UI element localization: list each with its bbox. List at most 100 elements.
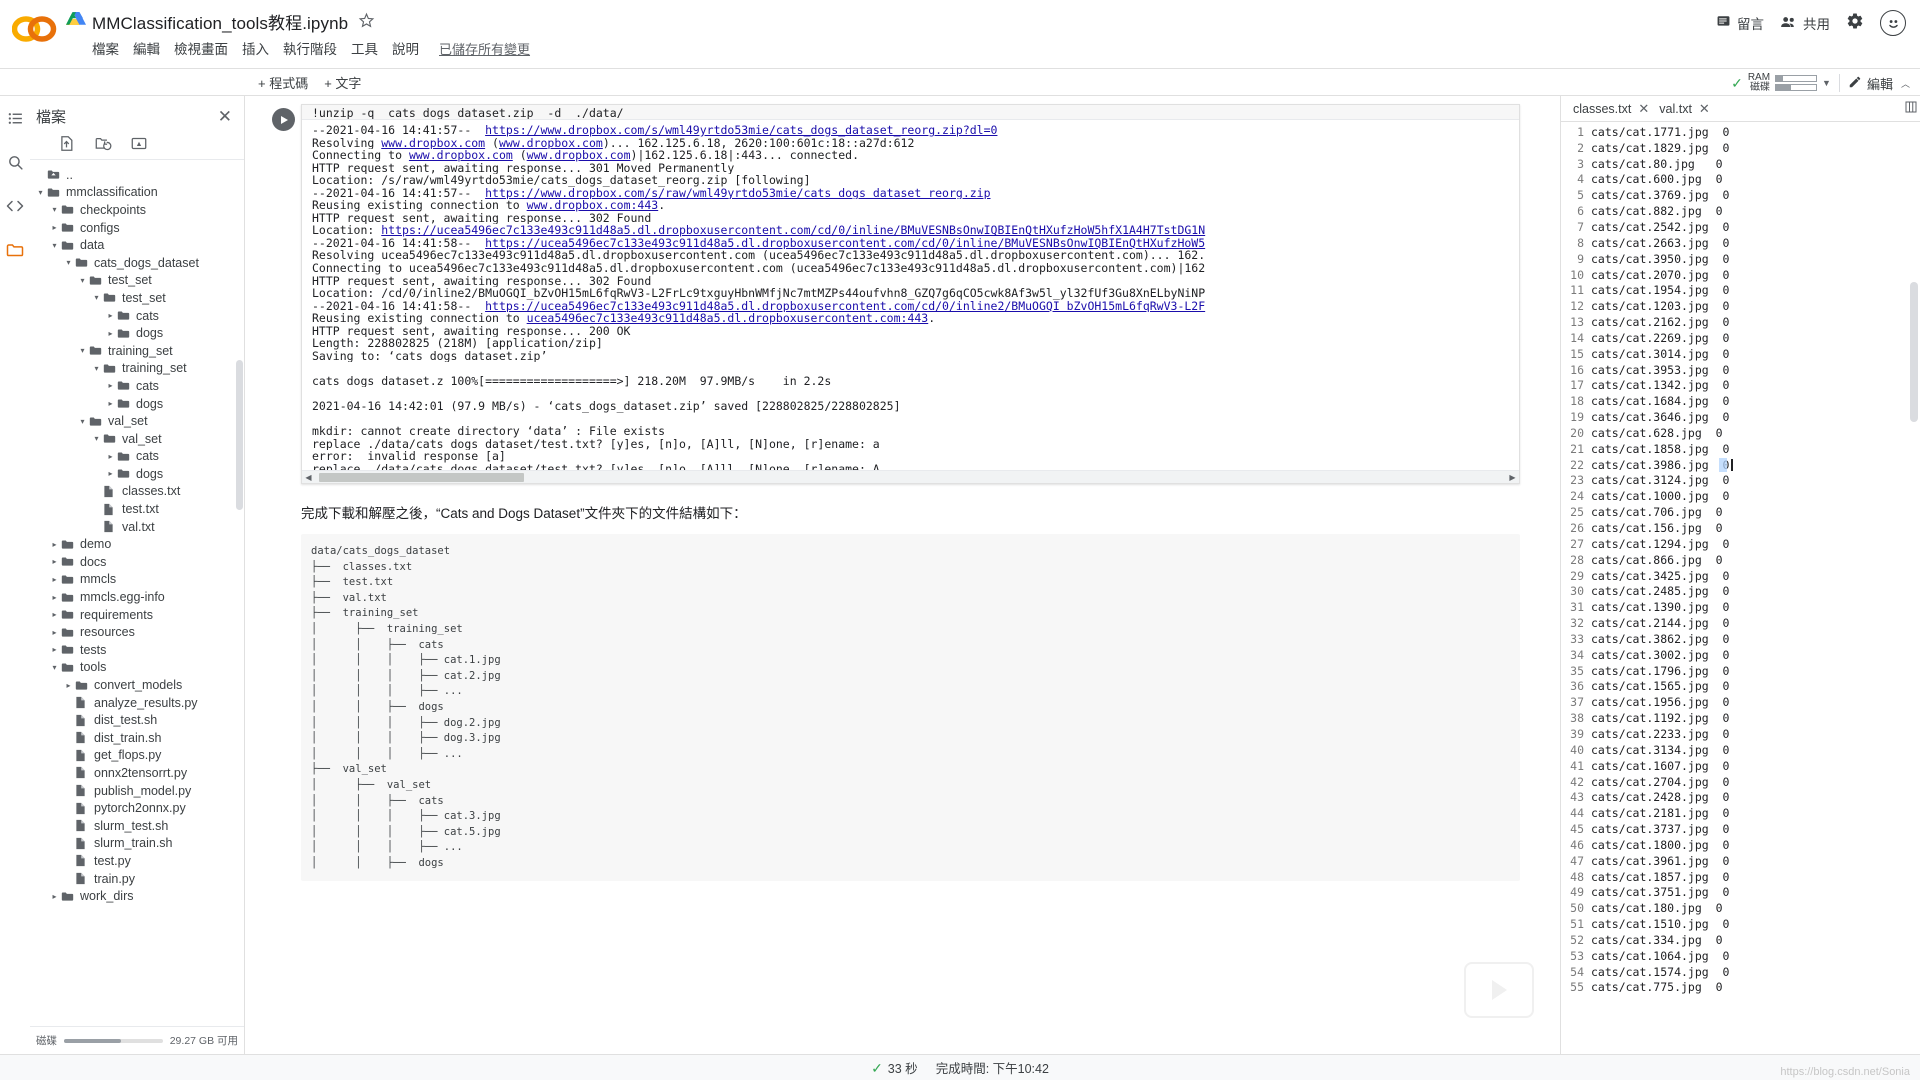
file-tree-folder[interactable]: test_set [30, 289, 244, 307]
editor-line[interactable]: 6 cats/cat.882.jpg 0 [1561, 203, 1920, 219]
editor-line[interactable]: 50 cats/cat.180.jpg 0 [1561, 900, 1920, 916]
upload-icon[interactable] [58, 135, 76, 153]
chevron-right-icon[interactable] [48, 575, 61, 584]
editor-line[interactable]: 35 cats/cat.1796.jpg 0 [1561, 663, 1920, 679]
editor-line[interactable]: 13 cats/cat.2162.jpg 0 [1561, 314, 1920, 330]
chevron-right-icon[interactable] [104, 469, 117, 478]
file-tree-folder[interactable]: docs [30, 553, 244, 571]
chevron-right-icon[interactable] [104, 381, 117, 390]
files-icon[interactable] [5, 240, 25, 260]
output-link[interactable]: www.dropbox.com [409, 149, 513, 162]
editor-line[interactable]: 47 cats/cat.3961.jpg 0 [1561, 853, 1920, 869]
editor-line[interactable]: 41 cats/cat.1607.jpg 0 [1561, 758, 1920, 774]
editor-line[interactable]: 14 cats/cat.2269.jpg 0 [1561, 330, 1920, 346]
chevron-right-icon[interactable] [48, 892, 61, 901]
hscroll-track[interactable] [315, 472, 1506, 482]
output-link[interactable]: www.dropbox.com [527, 149, 631, 162]
chevron-right-icon[interactable] [104, 329, 117, 338]
editor-line[interactable]: 24 cats/cat.1000.jpg 0 [1561, 488, 1920, 504]
editor-line[interactable]: 45 cats/cat.3737.jpg 0 [1561, 821, 1920, 837]
chevron-down-icon[interactable] [48, 241, 61, 250]
output-link[interactable]: https://www.dropbox.com/s/wml49yrtdo53mi… [485, 124, 997, 137]
chevron-down-icon[interactable] [34, 188, 47, 197]
scroll-right-icon[interactable]: ▶ [1506, 473, 1519, 482]
toc-icon[interactable] [5, 108, 25, 128]
editor-line[interactable]: 5 cats/cat.3769.jpg 0 [1561, 187, 1920, 203]
editor-line[interactable]: 42 cats/cat.2704.jpg 0 [1561, 774, 1920, 790]
file-tree-folder[interactable]: val_set [30, 412, 244, 430]
editor-line[interactable]: 46 cats/cat.1800.jpg 0 [1561, 837, 1920, 853]
editor-line[interactable]: 19 cats/cat.3646.jpg 0 [1561, 409, 1920, 425]
chevron-down-icon[interactable] [76, 417, 89, 426]
file-tree-file[interactable]: classes.txt [30, 483, 244, 501]
editor-line[interactable]: 3 cats/cat.80.jpg 0 [1561, 156, 1920, 172]
editor-line[interactable]: 21 cats/cat.1858.jpg 0 [1561, 441, 1920, 457]
editor-line[interactable]: 12 cats/cat.1203.jpg 0 [1561, 298, 1920, 314]
editor-line[interactable]: 25 cats/cat.706.jpg 0 [1561, 504, 1920, 520]
file-tree-folder[interactable]: cats [30, 448, 244, 466]
file-tree-file[interactable]: dist_test.sh [30, 711, 244, 729]
close-icon[interactable]: ✕ [1699, 101, 1710, 117]
editor-line[interactable]: 29 cats/cat.3425.jpg 0 [1561, 568, 1920, 584]
file-tree-file[interactable]: onnx2tensorrt.py [30, 764, 244, 782]
file-tree-file[interactable]: analyze_results.py [30, 694, 244, 712]
chevron-right-icon[interactable] [48, 628, 61, 637]
add-code-cell-button[interactable]: + 程式碼 [258, 73, 308, 92]
layout-grid-icon[interactable] [1905, 100, 1917, 118]
file-tree-file[interactable]: publish_model.py [30, 782, 244, 800]
file-tree-file[interactable]: get_flops.py [30, 747, 244, 765]
file-tree-file[interactable]: test.txt [30, 500, 244, 518]
chevron-down-icon[interactable] [48, 205, 61, 214]
editor-line[interactable]: 55 cats/cat.775.jpg 0 [1561, 980, 1920, 996]
file-tree-folder[interactable]: resources [30, 623, 244, 641]
chevron-right-icon[interactable] [104, 311, 117, 320]
code-line[interactable]: !unzip -q cats_dogs_dataset.zip -d ./dat… [302, 105, 1519, 120]
file-tree-folder[interactable]: demo [30, 535, 244, 553]
chevron-right-icon[interactable] [48, 610, 61, 619]
chevron-down-icon[interactable] [90, 293, 103, 302]
file-tree-folder[interactable]: cats [30, 377, 244, 395]
file-tree-folder[interactable]: mmclassification [30, 184, 244, 202]
file-tree-folder[interactable]: val_set [30, 430, 244, 448]
editor-line[interactable]: 15 cats/cat.3014.jpg 0 [1561, 346, 1920, 362]
editor-content[interactable]: 1 cats/cat.1771.jpg 0 2 cats/cat.1829.jpg 0… [1561, 122, 1920, 1054]
comment-button[interactable]: 留言 [1716, 13, 1764, 33]
editor-line[interactable]: 4 cats/cat.600.jpg 0 [1561, 172, 1920, 188]
file-tree-folder[interactable]: test_set [30, 272, 244, 290]
editor-line[interactable]: 40 cats/cat.3134.jpg 0 [1561, 742, 1920, 758]
star-icon[interactable] [358, 12, 376, 30]
output-link[interactable]: www.dropbox.com [499, 137, 603, 150]
chevron-right-icon[interactable] [104, 452, 117, 461]
editor-line[interactable]: 54 cats/cat.1574.jpg 0 [1561, 964, 1920, 980]
editor-line[interactable]: 17 cats/cat.1342.jpg 0 [1561, 378, 1920, 394]
output-link[interactable]: https://ucea5496ec7c133e493c911d48a5.dl.… [381, 224, 1205, 237]
output-link[interactable]: www.dropbox.com [381, 137, 485, 150]
editor-line[interactable]: 10 cats/cat.2070.jpg 0 [1561, 267, 1920, 283]
chevron-right-icon[interactable] [62, 681, 75, 690]
editor-line[interactable]: 33 cats/cat.3862.jpg 0 [1561, 631, 1920, 647]
file-tree-file[interactable]: test.py [30, 852, 244, 870]
chevron-right-icon[interactable] [48, 557, 61, 566]
chevron-down-icon[interactable] [90, 364, 103, 373]
menu-item-help[interactable]: 說明 [392, 38, 419, 58]
menu-item-file[interactable]: 檔案 [92, 38, 119, 58]
editor-line[interactable]: 2 cats/cat.1829.jpg 0 [1561, 140, 1920, 156]
editor-line[interactable]: 28 cats/cat.866.jpg 0 [1561, 552, 1920, 568]
editor-line[interactable]: 39 cats/cat.2233.jpg 0 [1561, 726, 1920, 742]
editor-line[interactable]: 52 cats/cat.334.jpg 0 [1561, 932, 1920, 948]
editor-tab-classes-txt[interactable]: classes.txt ✕ [1571, 101, 1651, 117]
file-tree-folder[interactable]: work_dirs [30, 887, 244, 905]
file-tree-folder[interactable]: cats_dogs_dataset [30, 254, 244, 272]
output-link[interactable]: www.dropbox.com:443 [527, 199, 659, 212]
editor-line[interactable]: 18 cats/cat.1684.jpg 0 [1561, 393, 1920, 409]
run-cell-icon[interactable] [271, 108, 295, 131]
file-tree-file[interactable]: val.txt [30, 518, 244, 536]
menu-item-view[interactable]: 檢視畫面 [174, 38, 228, 58]
editor-line[interactable]: 20 cats/cat.628.jpg 0 [1561, 425, 1920, 441]
menu-item-tools[interactable]: 工具 [351, 38, 378, 58]
file-tree-folder[interactable]: mmcls.egg-info [30, 588, 244, 606]
editor-line[interactable]: 37 cats/cat.1956.jpg 0 [1561, 694, 1920, 710]
editor-line[interactable]: 9 cats/cat.3950.jpg 0 [1561, 251, 1920, 267]
file-tree-folder[interactable]: tools [30, 659, 244, 677]
file-tree-folder[interactable]: training_set [30, 342, 244, 360]
